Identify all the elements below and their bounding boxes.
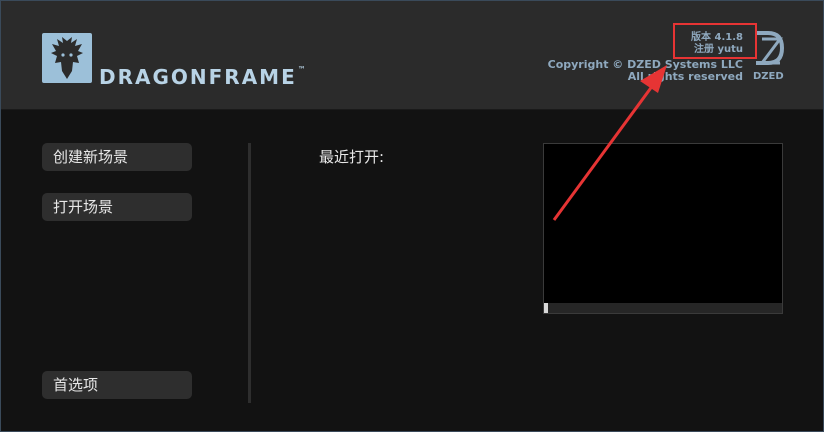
- dragon-logo-icon: [42, 33, 92, 83]
- new-scene-button[interactable]: 创建新场景: [42, 143, 192, 171]
- vertical-divider: [248, 143, 251, 403]
- preview-scrollbar[interactable]: [544, 303, 782, 313]
- open-scene-button[interactable]: 打开场景: [42, 193, 192, 221]
- logo-trademark: ™: [297, 65, 306, 74]
- splash-window: DRAGONFRAME™ 版本 4.1.8 注册 yutu Copyright …: [0, 0, 824, 432]
- copyright: Copyright © DZED Systems LLC All rights …: [548, 59, 743, 83]
- preferences-button[interactable]: 首选项: [42, 371, 192, 399]
- app-logo-text: DRAGONFRAME™: [99, 65, 306, 89]
- logo-name: DRAGONFRAME: [99, 65, 297, 89]
- recent-label: 最近打开:: [319, 148, 385, 166]
- preview-scroll-thumb[interactable]: [544, 303, 548, 313]
- version-highlight-box: [673, 23, 757, 59]
- header: DRAGONFRAME™ 版本 4.1.8 注册 yutu Copyright …: [1, 1, 823, 110]
- company-mark: DZED: [753, 71, 784, 82]
- copyright-line2: All rights reserved: [627, 70, 743, 83]
- scene-preview: [543, 143, 783, 314]
